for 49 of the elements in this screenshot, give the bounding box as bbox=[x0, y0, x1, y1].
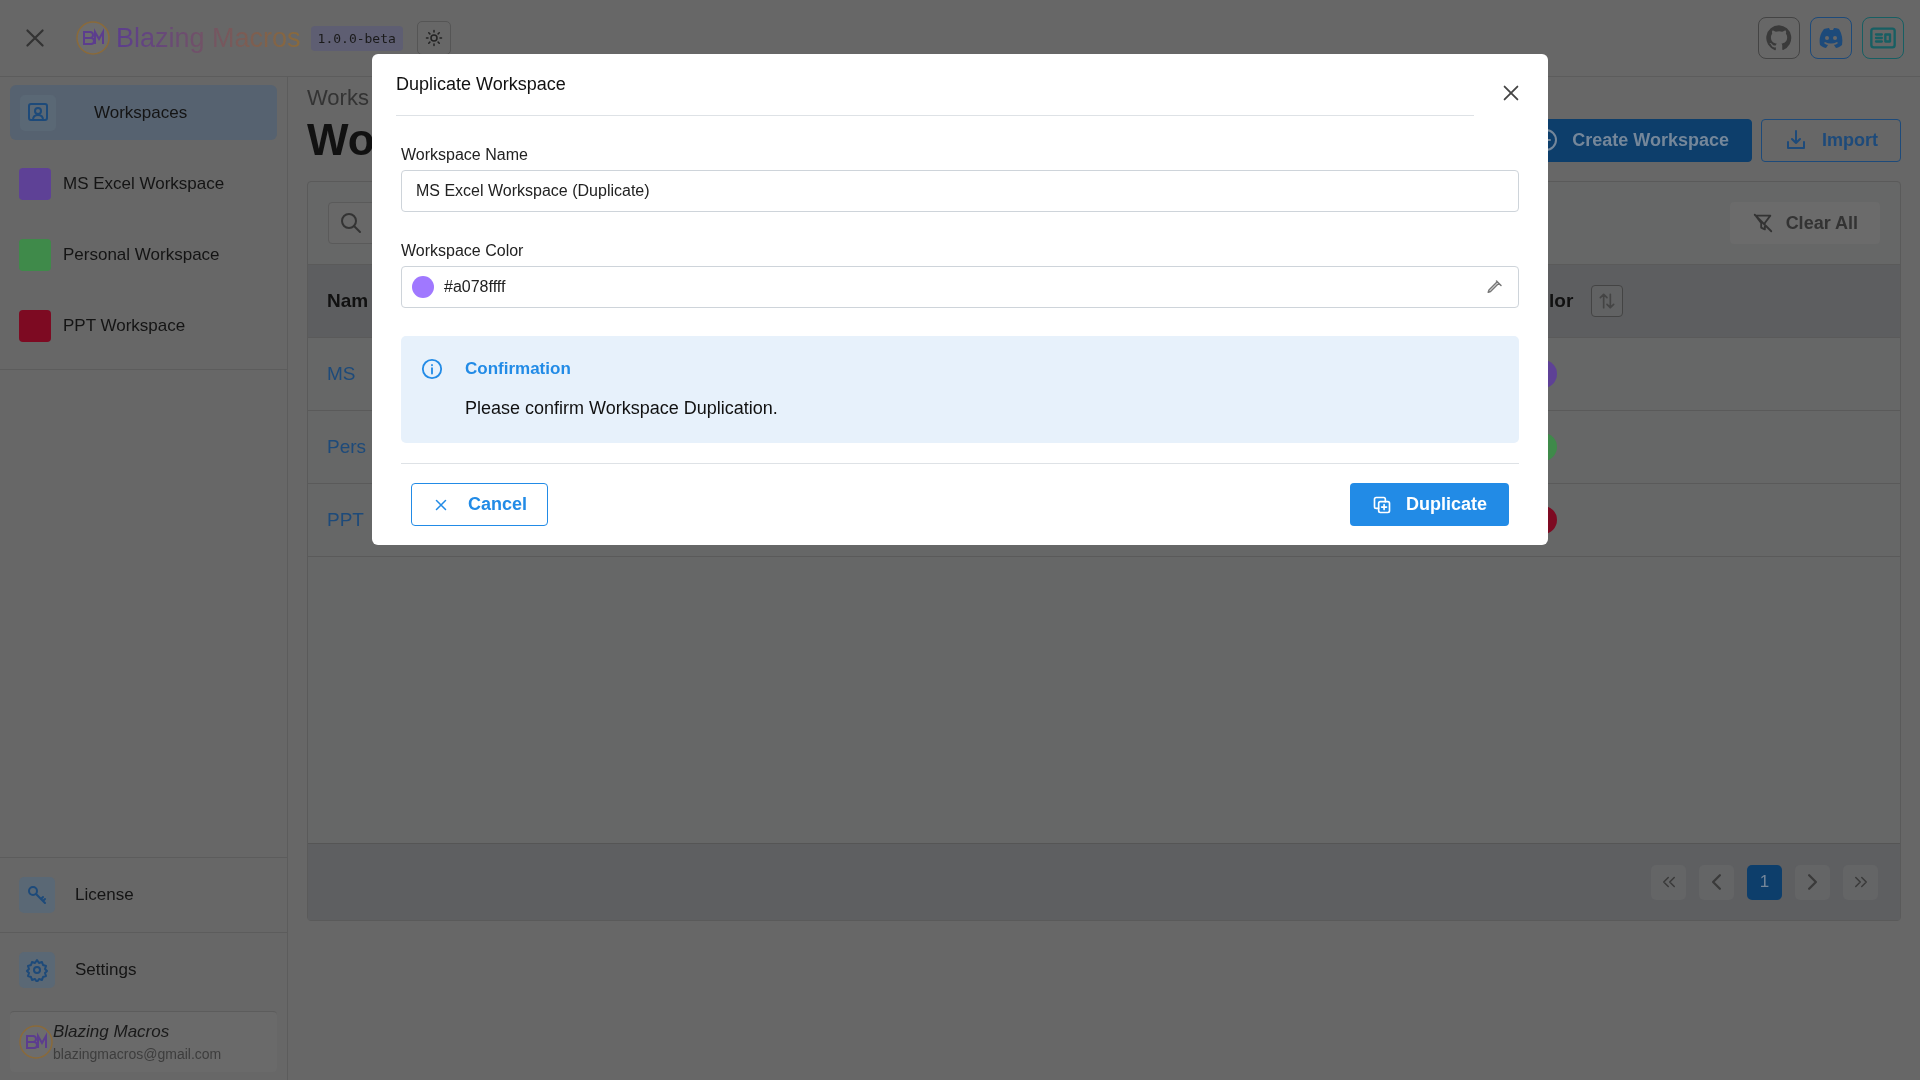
copy-plus-icon bbox=[1371, 494, 1392, 515]
key-icon bbox=[25, 883, 49, 907]
sort-button[interactable] bbox=[1591, 285, 1624, 317]
discord-button[interactable] bbox=[1810, 17, 1852, 59]
field-label: Workspace Color bbox=[401, 242, 525, 260]
game-controller-icon bbox=[1817, 27, 1845, 49]
column-header: Nam bbox=[327, 290, 369, 312]
page-button[interactable]: 1 bbox=[1747, 864, 1782, 900]
sidebar-item[interactable]: PPT Workspace bbox=[10, 298, 277, 353]
logo-icon bbox=[19, 1025, 53, 1059]
column-header: lor bbox=[1549, 290, 1574, 312]
sidebar-item[interactable]: Settings bbox=[0, 932, 287, 1007]
version-badge: 1.0.0-beta bbox=[310, 25, 403, 51]
theme-toggle-button[interactable] bbox=[416, 21, 451, 55]
clear-filters-button[interactable]: Clear All bbox=[1729, 202, 1880, 244]
dialog-title: Duplicate Workspace bbox=[396, 74, 566, 94]
logo-icon bbox=[76, 21, 110, 55]
next-page-button[interactable] bbox=[1795, 864, 1830, 900]
first-page-button[interactable] bbox=[1651, 864, 1686, 900]
alert-title: Confirmation bbox=[465, 359, 571, 379]
last-page-button[interactable] bbox=[1843, 864, 1878, 900]
github-icon bbox=[1765, 24, 1793, 52]
user-name: Blazing Macros bbox=[53, 1022, 171, 1042]
cancel-button[interactable]: Cancel bbox=[411, 483, 549, 526]
layout-button[interactable] bbox=[1862, 17, 1904, 59]
workspace-name: Personal Workspace bbox=[63, 244, 220, 265]
download-icon bbox=[1784, 128, 1808, 152]
chevron-left-icon bbox=[1712, 874, 1721, 890]
workspace-name: MS Excel Workspace bbox=[63, 173, 225, 194]
settings-icon bbox=[25, 958, 49, 982]
duplicate-button[interactable]: Duplicate bbox=[1349, 483, 1509, 526]
chevron-right-icon bbox=[1808, 874, 1817, 890]
sidebar-item[interactable]: MS Excel Workspace bbox=[10, 156, 277, 211]
sidebar-item[interactable]: License bbox=[0, 857, 287, 932]
filter-off-icon bbox=[1751, 212, 1774, 234]
sidebar-item[interactable]: Personal Workspace bbox=[10, 227, 277, 282]
eyedropper-icon bbox=[1486, 278, 1504, 296]
alert-message: Please confirm Workspace Duplication. bbox=[465, 398, 779, 419]
info-icon bbox=[421, 358, 443, 380]
page-title: Wo bbox=[307, 115, 375, 165]
field-label: Workspace Name bbox=[401, 146, 529, 164]
github-button[interactable] bbox=[1758, 17, 1800, 59]
name-field[interactable]: MS Excel Workspace (Duplicate) bbox=[401, 170, 1519, 212]
color-field[interactable]: #a078ffff bbox=[401, 266, 1519, 308]
search-icon bbox=[339, 211, 363, 235]
previous-page-button[interactable] bbox=[1699, 864, 1734, 900]
workspace-name: PPT Workspace bbox=[63, 315, 186, 336]
sidebar-item[interactable]: Workspaces bbox=[10, 85, 277, 140]
sun-icon bbox=[424, 29, 443, 47]
